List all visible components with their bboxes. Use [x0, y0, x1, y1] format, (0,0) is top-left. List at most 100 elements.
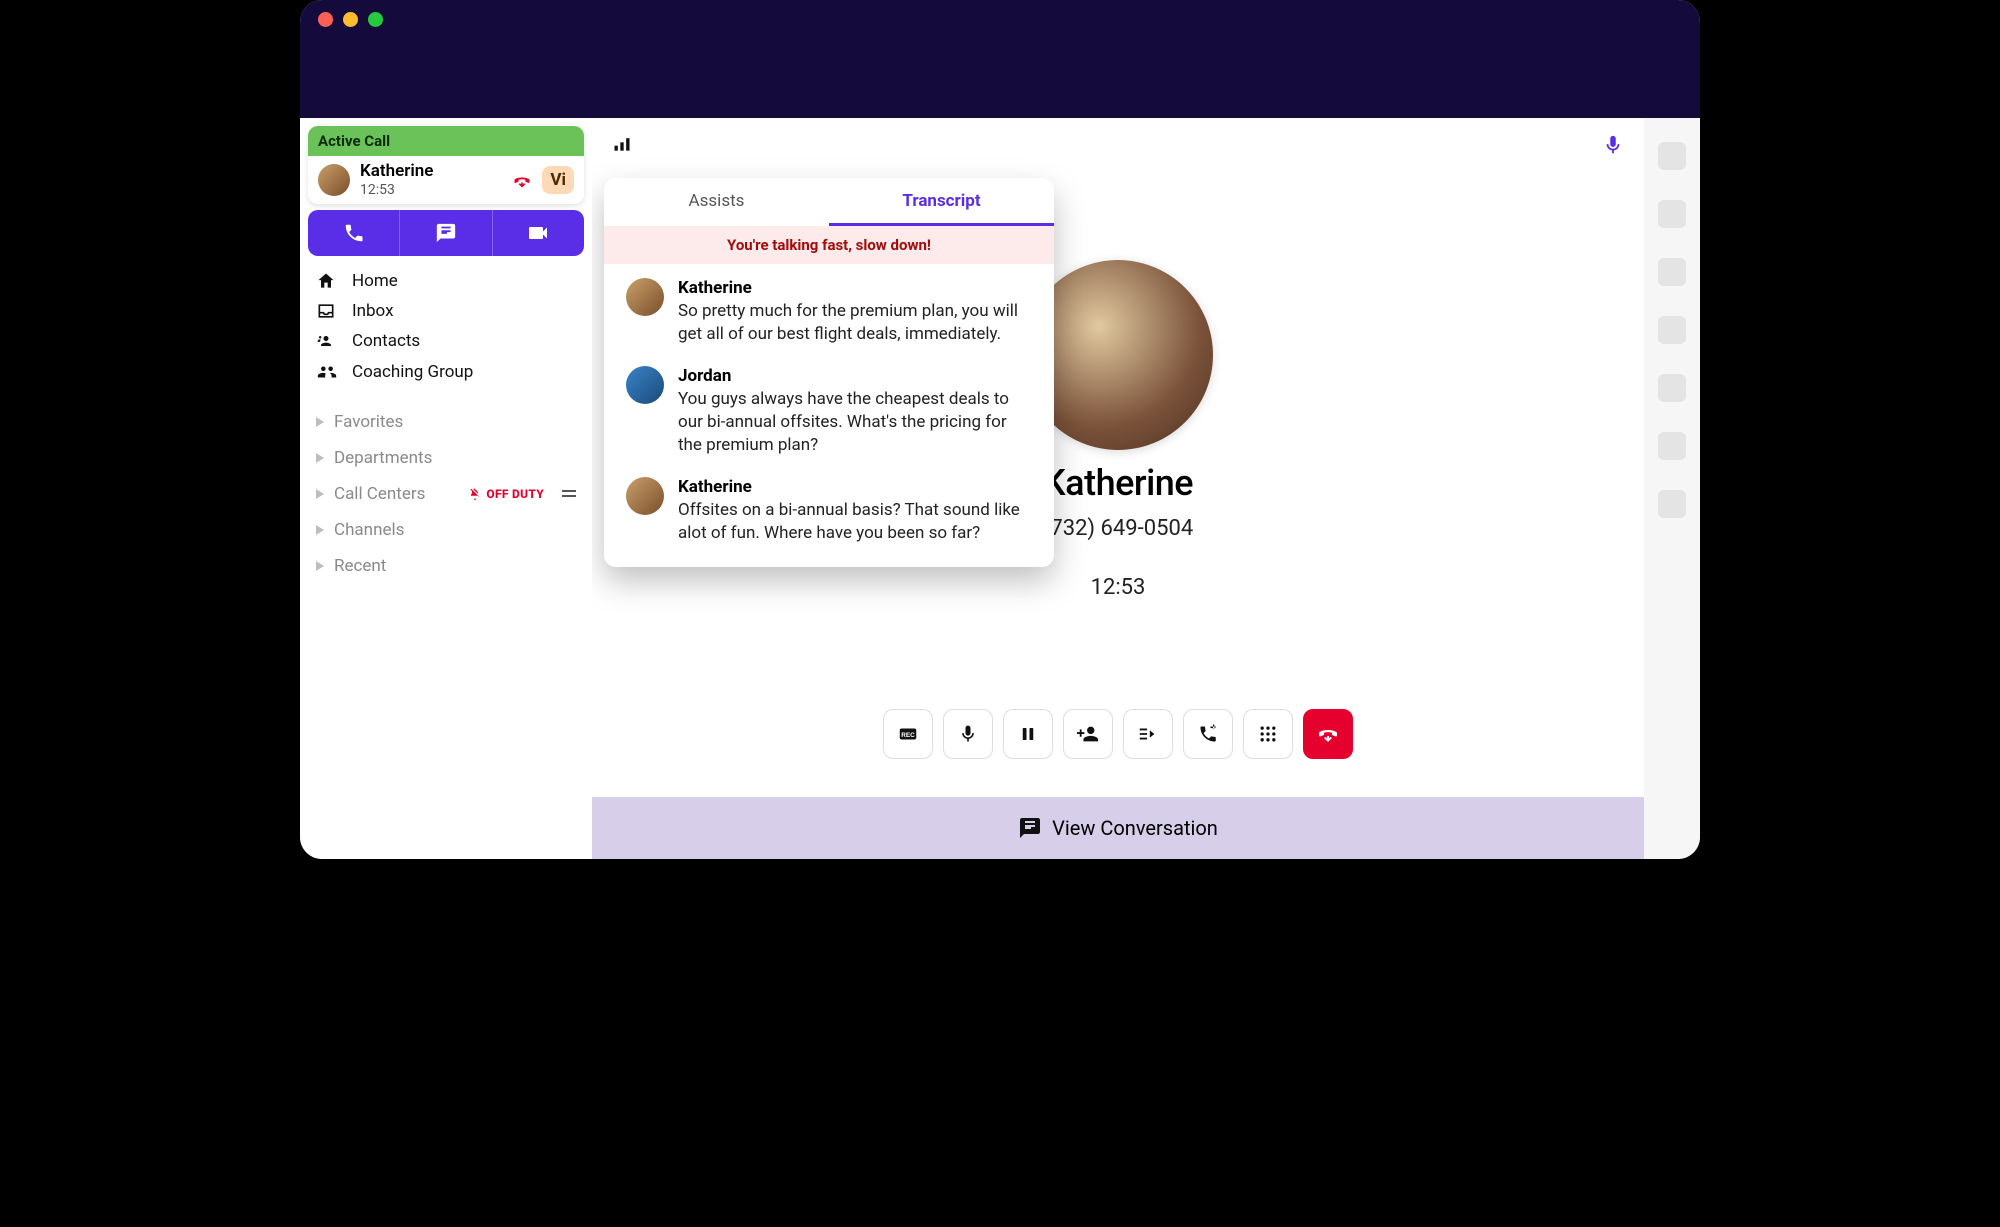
- mic-top-icon[interactable]: [1602, 134, 1624, 156]
- call-duration: 12:53: [360, 182, 502, 198]
- transcript-message: Katherine So pretty much for the premium…: [626, 278, 1032, 346]
- call-controls: REC: [883, 709, 1353, 759]
- group-icon: [316, 361, 338, 383]
- section-channels[interactable]: Channels: [308, 518, 584, 542]
- right-panel-item[interactable]: [1658, 432, 1686, 460]
- video-button[interactable]: [492, 210, 584, 256]
- active-call-body: Katherine 12:53 Vi: [308, 156, 584, 204]
- message-content: Jordan You guys always have the cheapest…: [678, 366, 1032, 457]
- section-recent[interactable]: Recent: [308, 554, 584, 578]
- contact-elapsed: 12:53: [1091, 575, 1146, 600]
- caller-name: Katherine: [360, 162, 502, 182]
- tab-assists[interactable]: Assists: [604, 178, 829, 226]
- nav-label: Home: [352, 271, 398, 291]
- chat-icon: [1018, 816, 1042, 840]
- message-content: Katherine So pretty much for the premium…: [678, 278, 1032, 346]
- caret-icon: [316, 525, 324, 535]
- section-call-centers[interactable]: Call Centers OFF DUTY: [308, 482, 584, 506]
- view-conversation-bar[interactable]: View Conversation: [592, 797, 1644, 859]
- transfer-queue-button[interactable]: [1123, 709, 1173, 759]
- hangup-mini-icon[interactable]: [512, 170, 532, 190]
- transcript-popover: Assists Transcript You're talking fast, …: [604, 178, 1054, 567]
- transcript-warning-banner: You're talking fast, slow down!: [604, 226, 1054, 264]
- sidebar: Active Call Katherine 12:53 Vi: [300, 118, 592, 859]
- nav-label: Contacts: [352, 331, 420, 351]
- message-text: Offsites on a bi-annual basis? That soun…: [678, 499, 1032, 545]
- transcript-message: Katherine Offsites on a bi-annual basis?…: [626, 477, 1032, 545]
- top-bar: [300, 0, 1700, 118]
- primary-nav: Home Inbox Contacts: [308, 266, 584, 388]
- body-row: Active Call Katherine 12:53 Vi: [300, 118, 1700, 859]
- caret-icon: [316, 561, 324, 571]
- speaker-avatar: [626, 366, 664, 404]
- section-departments[interactable]: Departments: [308, 446, 584, 470]
- popover-tabs: Assists Transcript: [604, 178, 1054, 226]
- right-panel-item[interactable]: [1658, 316, 1686, 344]
- message-text: You guys always have the cheapest deals …: [678, 388, 1032, 457]
- hangup-button[interactable]: [1303, 709, 1353, 759]
- transcript-message: Jordan You guys always have the cheapest…: [626, 366, 1032, 457]
- nav-coaching-group[interactable]: Coaching Group: [308, 356, 584, 388]
- speaker-name: Jordan: [678, 366, 1032, 386]
- message-button[interactable]: [399, 210, 491, 256]
- hold-button[interactable]: [1003, 709, 1053, 759]
- right-panel-item[interactable]: [1658, 200, 1686, 228]
- main-panel: Katherine (732) 649-0504 12:53 REC: [592, 120, 1644, 859]
- section-label: Channels: [334, 520, 576, 540]
- active-call-meta: Katherine 12:53: [360, 162, 502, 198]
- caret-icon: [316, 453, 324, 463]
- add-participant-button[interactable]: [1063, 709, 1113, 759]
- section-list: Favorites Departments Call Centers OFF D…: [308, 410, 584, 578]
- window-traffic-lights: [318, 12, 383, 27]
- speaker-avatar: [626, 477, 664, 515]
- quick-action-row: [308, 210, 584, 256]
- tab-transcript[interactable]: Transcript: [829, 178, 1054, 226]
- window-close-dot[interactable]: [318, 12, 333, 27]
- nav-inbox[interactable]: Inbox: [308, 296, 584, 326]
- record-button[interactable]: REC: [883, 709, 933, 759]
- nav-home[interactable]: Home: [308, 266, 584, 296]
- view-conversation-label: View Conversation: [1052, 816, 1218, 840]
- section-label: Recent: [334, 556, 576, 576]
- right-panel-item[interactable]: [1658, 374, 1686, 402]
- caller-avatar: [318, 164, 350, 196]
- message-content: Katherine Offsites on a bi-annual basis?…: [678, 477, 1032, 545]
- speaker-avatar: [626, 278, 664, 316]
- nav-label: Inbox: [352, 301, 394, 321]
- app-window: Active Call Katherine 12:53 Vi: [300, 0, 1700, 859]
- contact-name: Katherine: [1043, 462, 1193, 504]
- section-label: Call Centers: [334, 484, 458, 504]
- off-duty-badge: OFF DUTY: [468, 487, 544, 501]
- active-call-header: Active Call: [308, 126, 584, 156]
- window-fullscreen-dot[interactable]: [368, 12, 383, 27]
- section-favorites[interactable]: Favorites: [308, 410, 584, 434]
- vi-badge[interactable]: Vi: [542, 166, 574, 194]
- right-panel-item[interactable]: [1658, 490, 1686, 518]
- right-panel-item[interactable]: [1658, 258, 1686, 286]
- message-text: So pretty much for the premium plan, you…: [678, 300, 1032, 346]
- transfer-call-button[interactable]: [1183, 709, 1233, 759]
- section-label: Departments: [334, 448, 576, 468]
- call-button[interactable]: [308, 210, 399, 256]
- right-panel-strip: [1644, 118, 1700, 859]
- off-duty-label: OFF DUTY: [486, 487, 544, 501]
- bell-off-icon: [468, 487, 482, 501]
- nav-label: Coaching Group: [352, 362, 473, 382]
- right-panel-item[interactable]: [1658, 142, 1686, 170]
- nav-contacts[interactable]: Contacts: [308, 326, 584, 356]
- mute-button[interactable]: [943, 709, 993, 759]
- active-call-card[interactable]: Active Call Katherine 12:53 Vi: [308, 126, 584, 204]
- signal-icon[interactable]: [612, 134, 632, 154]
- drag-handle-icon[interactable]: [562, 490, 576, 497]
- speaker-name: Katherine: [678, 278, 1032, 298]
- speaker-name: Katherine: [678, 477, 1032, 497]
- window-minimize-dot[interactable]: [343, 12, 358, 27]
- home-icon: [316, 271, 338, 291]
- caret-icon: [316, 489, 324, 499]
- inbox-icon: [316, 301, 338, 321]
- dialpad-button[interactable]: [1243, 709, 1293, 759]
- section-label: Favorites: [334, 412, 576, 432]
- transcript-body: Katherine So pretty much for the premium…: [604, 264, 1054, 567]
- caret-icon: [316, 417, 324, 427]
- contact-phone: (732) 649-0504: [1043, 516, 1193, 541]
